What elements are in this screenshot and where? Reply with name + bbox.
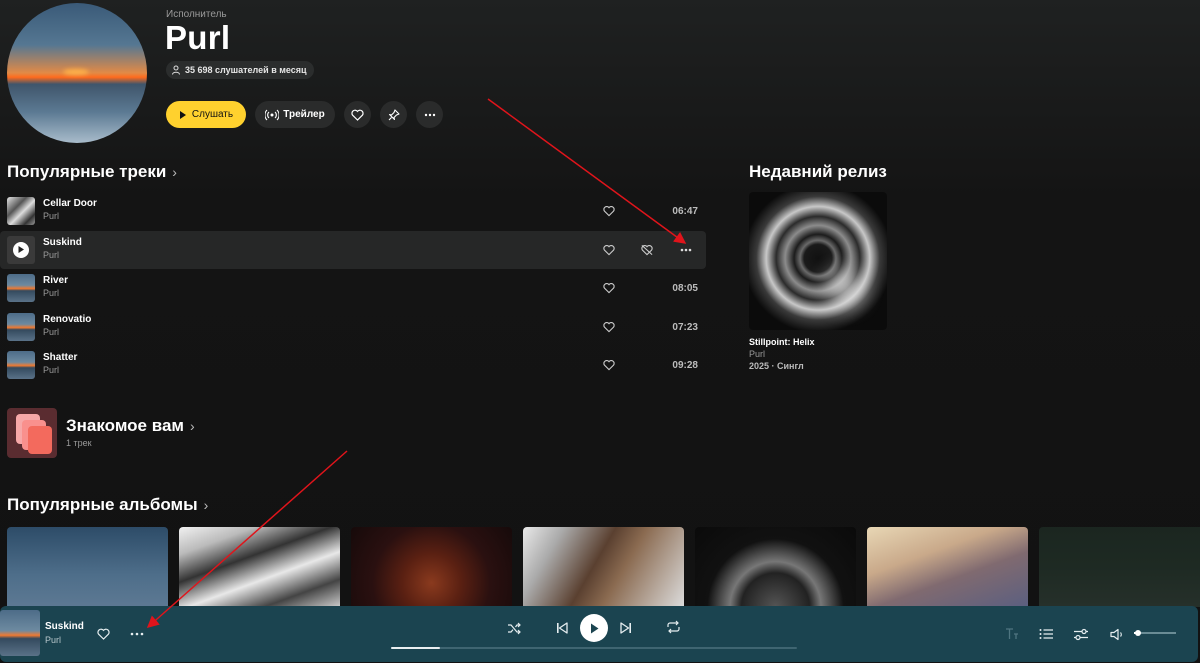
artist-header: Исполнитель Purl 35 698 слушателей в мес… bbox=[0, 0, 1200, 150]
track-cover bbox=[7, 312, 35, 341]
trailer-button[interactable]: Трейлер bbox=[255, 101, 335, 128]
repeat-icon[interactable] bbox=[665, 619, 681, 635]
track-title[interactable]: Shatter bbox=[43, 352, 77, 363]
album-cover[interactable] bbox=[179, 527, 340, 607]
pin-icon bbox=[388, 108, 400, 120]
release-cover[interactable] bbox=[749, 192, 887, 330]
previous-icon[interactable] bbox=[554, 620, 570, 636]
track-title[interactable]: Renovatio bbox=[43, 314, 91, 325]
more-icon[interactable] bbox=[679, 243, 693, 257]
recent-release-title: Недавний релиз bbox=[749, 162, 887, 181]
listen-button[interactable]: Слушать bbox=[166, 101, 246, 128]
play-pause-button[interactable] bbox=[580, 614, 608, 642]
album-cover[interactable] bbox=[523, 527, 684, 607]
play-icon[interactable] bbox=[13, 241, 29, 258]
popular-tracks-title: Популярные треки bbox=[7, 162, 167, 181]
playback-progress[interactable] bbox=[391, 647, 797, 649]
pin-artist-button[interactable] bbox=[380, 101, 407, 128]
track-title[interactable]: Suskind bbox=[43, 237, 82, 248]
popular-tracks-list: Cellar Door Purl 06:47 Suskind Purl Rive… bbox=[0, 192, 706, 385]
chevron-right-icon: › bbox=[203, 497, 209, 513]
familiar-subtitle: 1 трек bbox=[66, 438, 92, 448]
volume-icon[interactable] bbox=[1109, 626, 1125, 642]
recent-release-heading: Недавний релиз bbox=[749, 162, 887, 182]
player-track-artist[interactable]: Purl bbox=[45, 635, 61, 645]
shuffle-icon[interactable] bbox=[506, 620, 522, 636]
artist-actions: Слушать Трейлер bbox=[166, 101, 443, 128]
track-duration: 06:47 bbox=[672, 206, 698, 217]
familiar-heading[interactable]: Знакомое вам › bbox=[66, 416, 195, 436]
like-artist-button[interactable] bbox=[344, 101, 371, 128]
chevron-right-icon: › bbox=[172, 164, 177, 180]
track-duration: 08:05 bbox=[672, 283, 698, 294]
popular-tracks-heading[interactable]: Популярные треки › bbox=[7, 162, 177, 182]
track-artist[interactable]: Purl bbox=[43, 250, 59, 260]
track-row[interactable]: Shatter Purl 09:28 bbox=[0, 346, 706, 385]
broadcast-icon bbox=[265, 109, 280, 120]
album-cover[interactable] bbox=[351, 527, 512, 607]
album-cover[interactable] bbox=[867, 527, 1028, 607]
volume-slider[interactable] bbox=[1134, 630, 1176, 636]
more-icon bbox=[424, 113, 435, 116]
player-cover[interactable] bbox=[0, 610, 40, 656]
familiar-cards-icon[interactable] bbox=[7, 408, 57, 458]
dislike-icon[interactable] bbox=[641, 244, 653, 256]
more-icon[interactable] bbox=[129, 626, 145, 642]
popular-albums-heading[interactable]: Популярные альбомы › bbox=[7, 495, 208, 515]
next-icon[interactable] bbox=[618, 620, 634, 636]
track-cover[interactable] bbox=[7, 235, 35, 264]
artist-name: Purl bbox=[165, 19, 231, 56]
listeners-count: 35 698 слушателей в месяц bbox=[185, 65, 307, 75]
heart-icon[interactable] bbox=[603, 205, 615, 217]
release-name[interactable]: Stillpoint: Helix bbox=[749, 337, 815, 347]
track-artist[interactable]: Purl bbox=[43, 211, 59, 221]
heart-icon[interactable] bbox=[603, 321, 615, 333]
track-row[interactable]: River Purl 08:05 bbox=[0, 269, 706, 308]
album-cover[interactable] bbox=[1039, 527, 1200, 607]
more-artist-button[interactable] bbox=[416, 101, 443, 128]
popular-albums-title: Популярные альбомы bbox=[7, 495, 198, 514]
listeners-badge: 35 698 слушателей в месяц bbox=[166, 61, 314, 79]
track-row[interactable]: Cellar Door Purl 06:47 bbox=[0, 192, 706, 231]
track-cover bbox=[7, 197, 35, 225]
track-row[interactable]: Suskind Purl bbox=[0, 230, 706, 269]
track-cover bbox=[7, 274, 35, 302]
chevron-right-icon: › bbox=[190, 418, 195, 434]
track-title[interactable]: Cellar Door bbox=[43, 198, 97, 209]
play-icon bbox=[179, 110, 186, 119]
heart-icon[interactable] bbox=[603, 282, 615, 294]
heart-icon[interactable] bbox=[95, 626, 111, 642]
lyrics-icon bbox=[1004, 626, 1020, 642]
track-duration: 07:23 bbox=[672, 321, 698, 333]
track-row[interactable]: Renovatio Purl 07:23 bbox=[0, 308, 706, 347]
release-meta: 2025 · Сингл bbox=[749, 361, 804, 371]
familiar-title: Знакомое вам bbox=[66, 416, 184, 435]
track-cover bbox=[7, 351, 35, 379]
heart-icon bbox=[351, 109, 364, 121]
track-duration: 09:28 bbox=[672, 360, 698, 371]
heart-icon[interactable] bbox=[603, 244, 615, 256]
track-artist[interactable]: Purl bbox=[43, 365, 59, 375]
popular-albums-list bbox=[7, 527, 1200, 607]
player-bar: Suskind Purl bbox=[0, 606, 1198, 662]
artist-avatar bbox=[7, 3, 147, 143]
queue-icon[interactable] bbox=[1038, 626, 1054, 642]
trailer-button-label: Трейлер bbox=[283, 109, 325, 120]
person-icon bbox=[172, 65, 180, 75]
track-artist[interactable]: Purl bbox=[43, 288, 59, 298]
track-title[interactable]: River bbox=[43, 275, 68, 286]
player-track-title[interactable]: Suskind bbox=[45, 621, 84, 632]
release-artist[interactable]: Purl bbox=[749, 349, 765, 359]
track-artist[interactable]: Purl bbox=[43, 327, 59, 337]
play-icon bbox=[590, 623, 598, 633]
heart-icon[interactable] bbox=[603, 359, 615, 371]
album-cover[interactable] bbox=[695, 527, 856, 607]
album-cover[interactable] bbox=[7, 527, 168, 607]
equalizer-icon[interactable] bbox=[1073, 626, 1089, 642]
listen-button-label: Слушать bbox=[191, 109, 234, 120]
